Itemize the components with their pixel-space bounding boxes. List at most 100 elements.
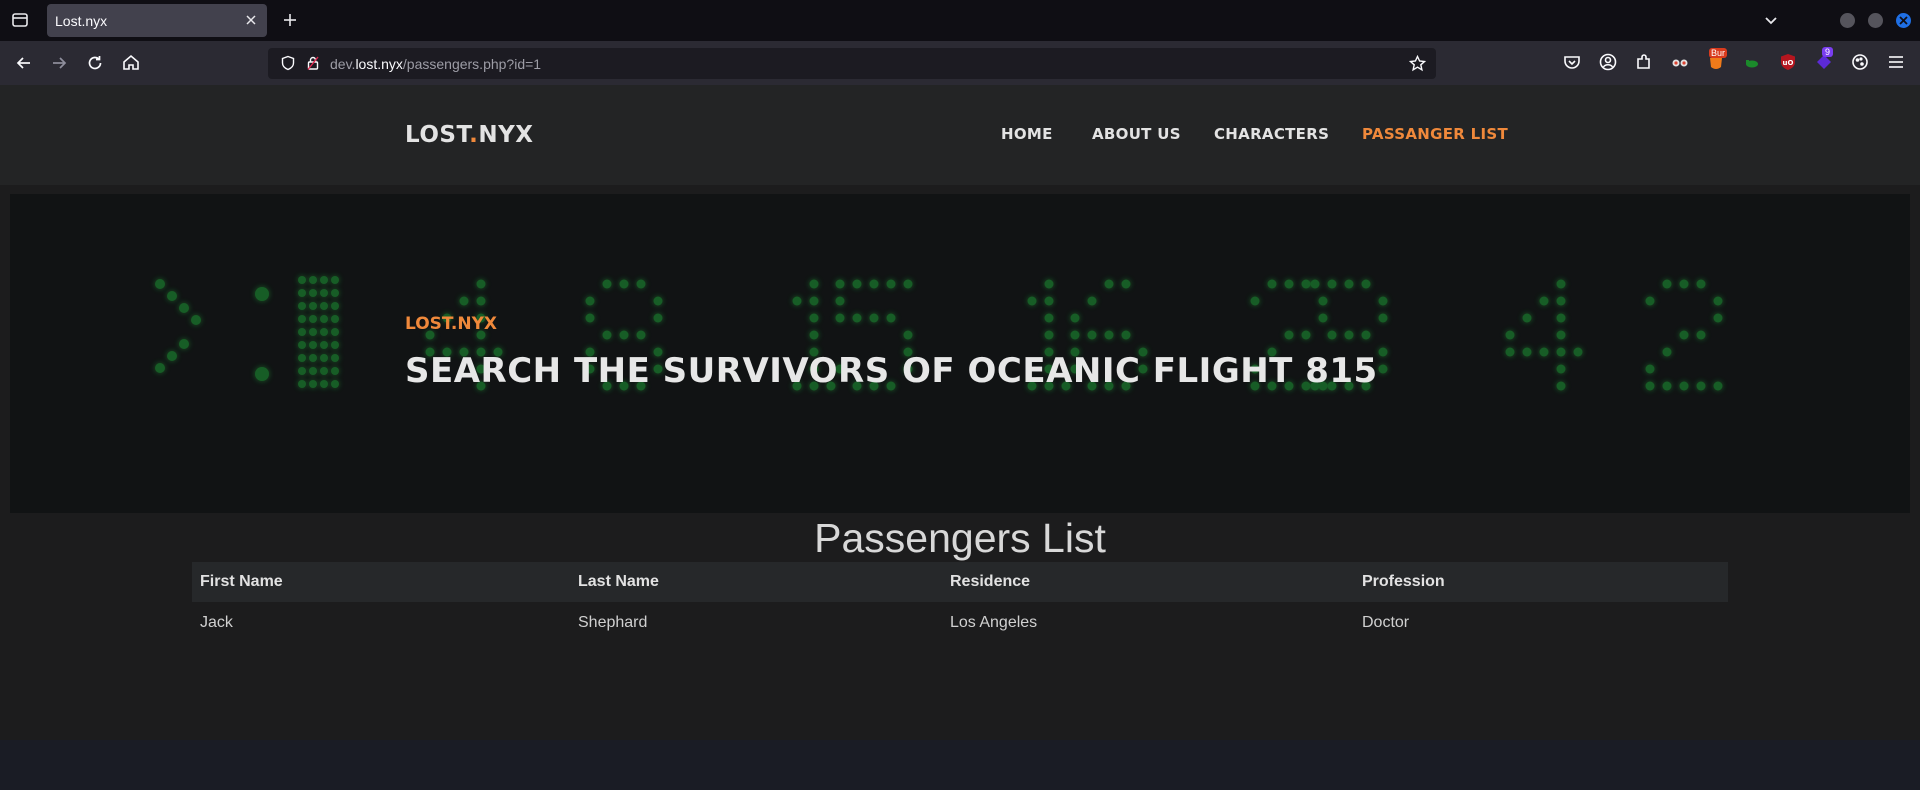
- led-dot: [298, 354, 306, 362]
- led-dot: [602, 279, 612, 289]
- led-dot: [298, 367, 306, 375]
- tab-list-icon[interactable]: [10, 10, 30, 30]
- led-dot: [1121, 279, 1131, 289]
- led-dot: [476, 279, 486, 289]
- burp-extension-icon[interactable]: Bur: [1706, 48, 1728, 72]
- led-dot: [1267, 279, 1277, 289]
- led-dot: [309, 276, 317, 284]
- account-icon[interactable]: [1598, 52, 1618, 72]
- led-dot: [809, 296, 819, 306]
- led-dot: [1318, 296, 1328, 306]
- led-dot: [320, 328, 328, 336]
- led-dot: [1104, 330, 1114, 340]
- led-dot: [1361, 279, 1371, 289]
- nav-about-link[interactable]: ABOUT US: [1092, 125, 1181, 143]
- pocket-icon[interactable]: [1562, 52, 1582, 72]
- led-dot: [653, 296, 663, 306]
- lock-icon[interactable]: [305, 55, 321, 71]
- led-dot: [903, 330, 913, 340]
- led-dot: [309, 315, 317, 323]
- led-dot: [1104, 279, 1114, 289]
- nav-passenger-list-link[interactable]: PASSANGER LIST: [1362, 125, 1508, 143]
- header-profession: Profession: [1362, 573, 1445, 590]
- nav-characters-link[interactable]: CHARACTERS: [1214, 125, 1329, 143]
- bug-extension-icon[interactable]: [1742, 52, 1762, 72]
- led-dot: [1044, 296, 1054, 306]
- minimize-window-button[interactable]: [1840, 13, 1855, 28]
- table-header-row: First Name Last Name Residence Professio…: [192, 562, 1728, 602]
- led-dot: [1556, 381, 1566, 391]
- nav-home-link[interactable]: HOME: [1001, 125, 1053, 143]
- led-dot: [1027, 296, 1037, 306]
- browser-tab-bar: Lost.nyx: [0, 0, 1920, 41]
- back-arrow-icon[interactable]: [13, 52, 35, 74]
- led-dot: [1505, 330, 1515, 340]
- led-dot: [653, 313, 663, 323]
- browser-tab[interactable]: Lost.nyx: [47, 4, 267, 37]
- led-dot: [1539, 296, 1549, 306]
- led-dot: [155, 279, 165, 289]
- led-dot: [1378, 364, 1388, 374]
- address-bar[interactable]: dev.lost.nyx/passengers.php?id=1: [268, 48, 1436, 79]
- ublock-origin-icon[interactable]: uO: [1778, 52, 1798, 72]
- cookie-icon[interactable]: [1850, 52, 1870, 72]
- chevron-down-icon[interactable]: [1762, 11, 1780, 29]
- led-dot: [1645, 296, 1655, 306]
- led-dot: [792, 296, 802, 306]
- led-dot: [1318, 313, 1328, 323]
- led-dot: [1645, 364, 1655, 374]
- led-dot: [1696, 381, 1706, 391]
- led-dot: [1713, 313, 1723, 323]
- led-dot: [255, 367, 269, 381]
- led-dot: [585, 296, 595, 306]
- new-tab-icon[interactable]: [280, 10, 300, 30]
- led-dot: [1556, 279, 1566, 289]
- close-tab-icon[interactable]: [243, 12, 259, 28]
- glasses-extension-icon[interactable]: [1670, 52, 1690, 72]
- reload-icon[interactable]: [84, 52, 106, 74]
- cell-profession: Doctor: [1362, 614, 1410, 631]
- led-dot: [1713, 381, 1723, 391]
- led-dot: [320, 367, 328, 375]
- tab-title: Lost.nyx: [55, 13, 108, 29]
- led-dot: [309, 328, 317, 336]
- led-dot: [1505, 347, 1515, 357]
- close-window-button[interactable]: [1896, 13, 1911, 28]
- led-dot: [809, 330, 819, 340]
- bookmark-star-icon[interactable]: [1408, 54, 1427, 72]
- hamburger-menu-icon[interactable]: [1886, 52, 1906, 72]
- led-dot: [320, 354, 328, 362]
- led-dot: [835, 313, 845, 323]
- site-logo[interactable]: LOST.NYX: [405, 122, 534, 148]
- led-dot: [320, 302, 328, 310]
- led-dot: [1679, 330, 1689, 340]
- led-dot: [331, 367, 339, 375]
- forward-arrow-icon[interactable]: [48, 52, 70, 74]
- led-dot: [309, 302, 317, 310]
- led-dot: [1378, 296, 1388, 306]
- led-dot: [1522, 347, 1532, 357]
- led-dot: [886, 313, 896, 323]
- led-dot: [331, 289, 339, 297]
- cell-residence: Los Angeles: [950, 614, 1038, 631]
- led-dot: [298, 315, 306, 323]
- led-dot: [1696, 330, 1706, 340]
- led-dot: [155, 363, 165, 373]
- hero-eyebrow: LOST.NYX: [405, 314, 498, 334]
- led-dot: [298, 302, 306, 310]
- led-dot: [476, 296, 486, 306]
- home-icon[interactable]: [120, 52, 142, 74]
- led-dot: [309, 289, 317, 297]
- browser-toolbar: dev.lost.nyx/passengers.php?id=1 Bur uO …: [0, 41, 1920, 85]
- extensions-puzzle-icon[interactable]: [1634, 52, 1654, 72]
- led-dot: [1573, 347, 1583, 357]
- maximize-window-button[interactable]: [1868, 13, 1883, 28]
- led-dot: [320, 276, 328, 284]
- url-text[interactable]: dev.lost.nyx/passengers.php?id=1: [330, 56, 541, 72]
- led-dot: [903, 279, 913, 289]
- shield-extension-icon[interactable]: 9: [1814, 47, 1834, 72]
- led-dot: [1087, 330, 1097, 340]
- shield-icon[interactable]: [280, 55, 296, 71]
- led-dot: [331, 328, 339, 336]
- led-dot: [298, 341, 306, 349]
